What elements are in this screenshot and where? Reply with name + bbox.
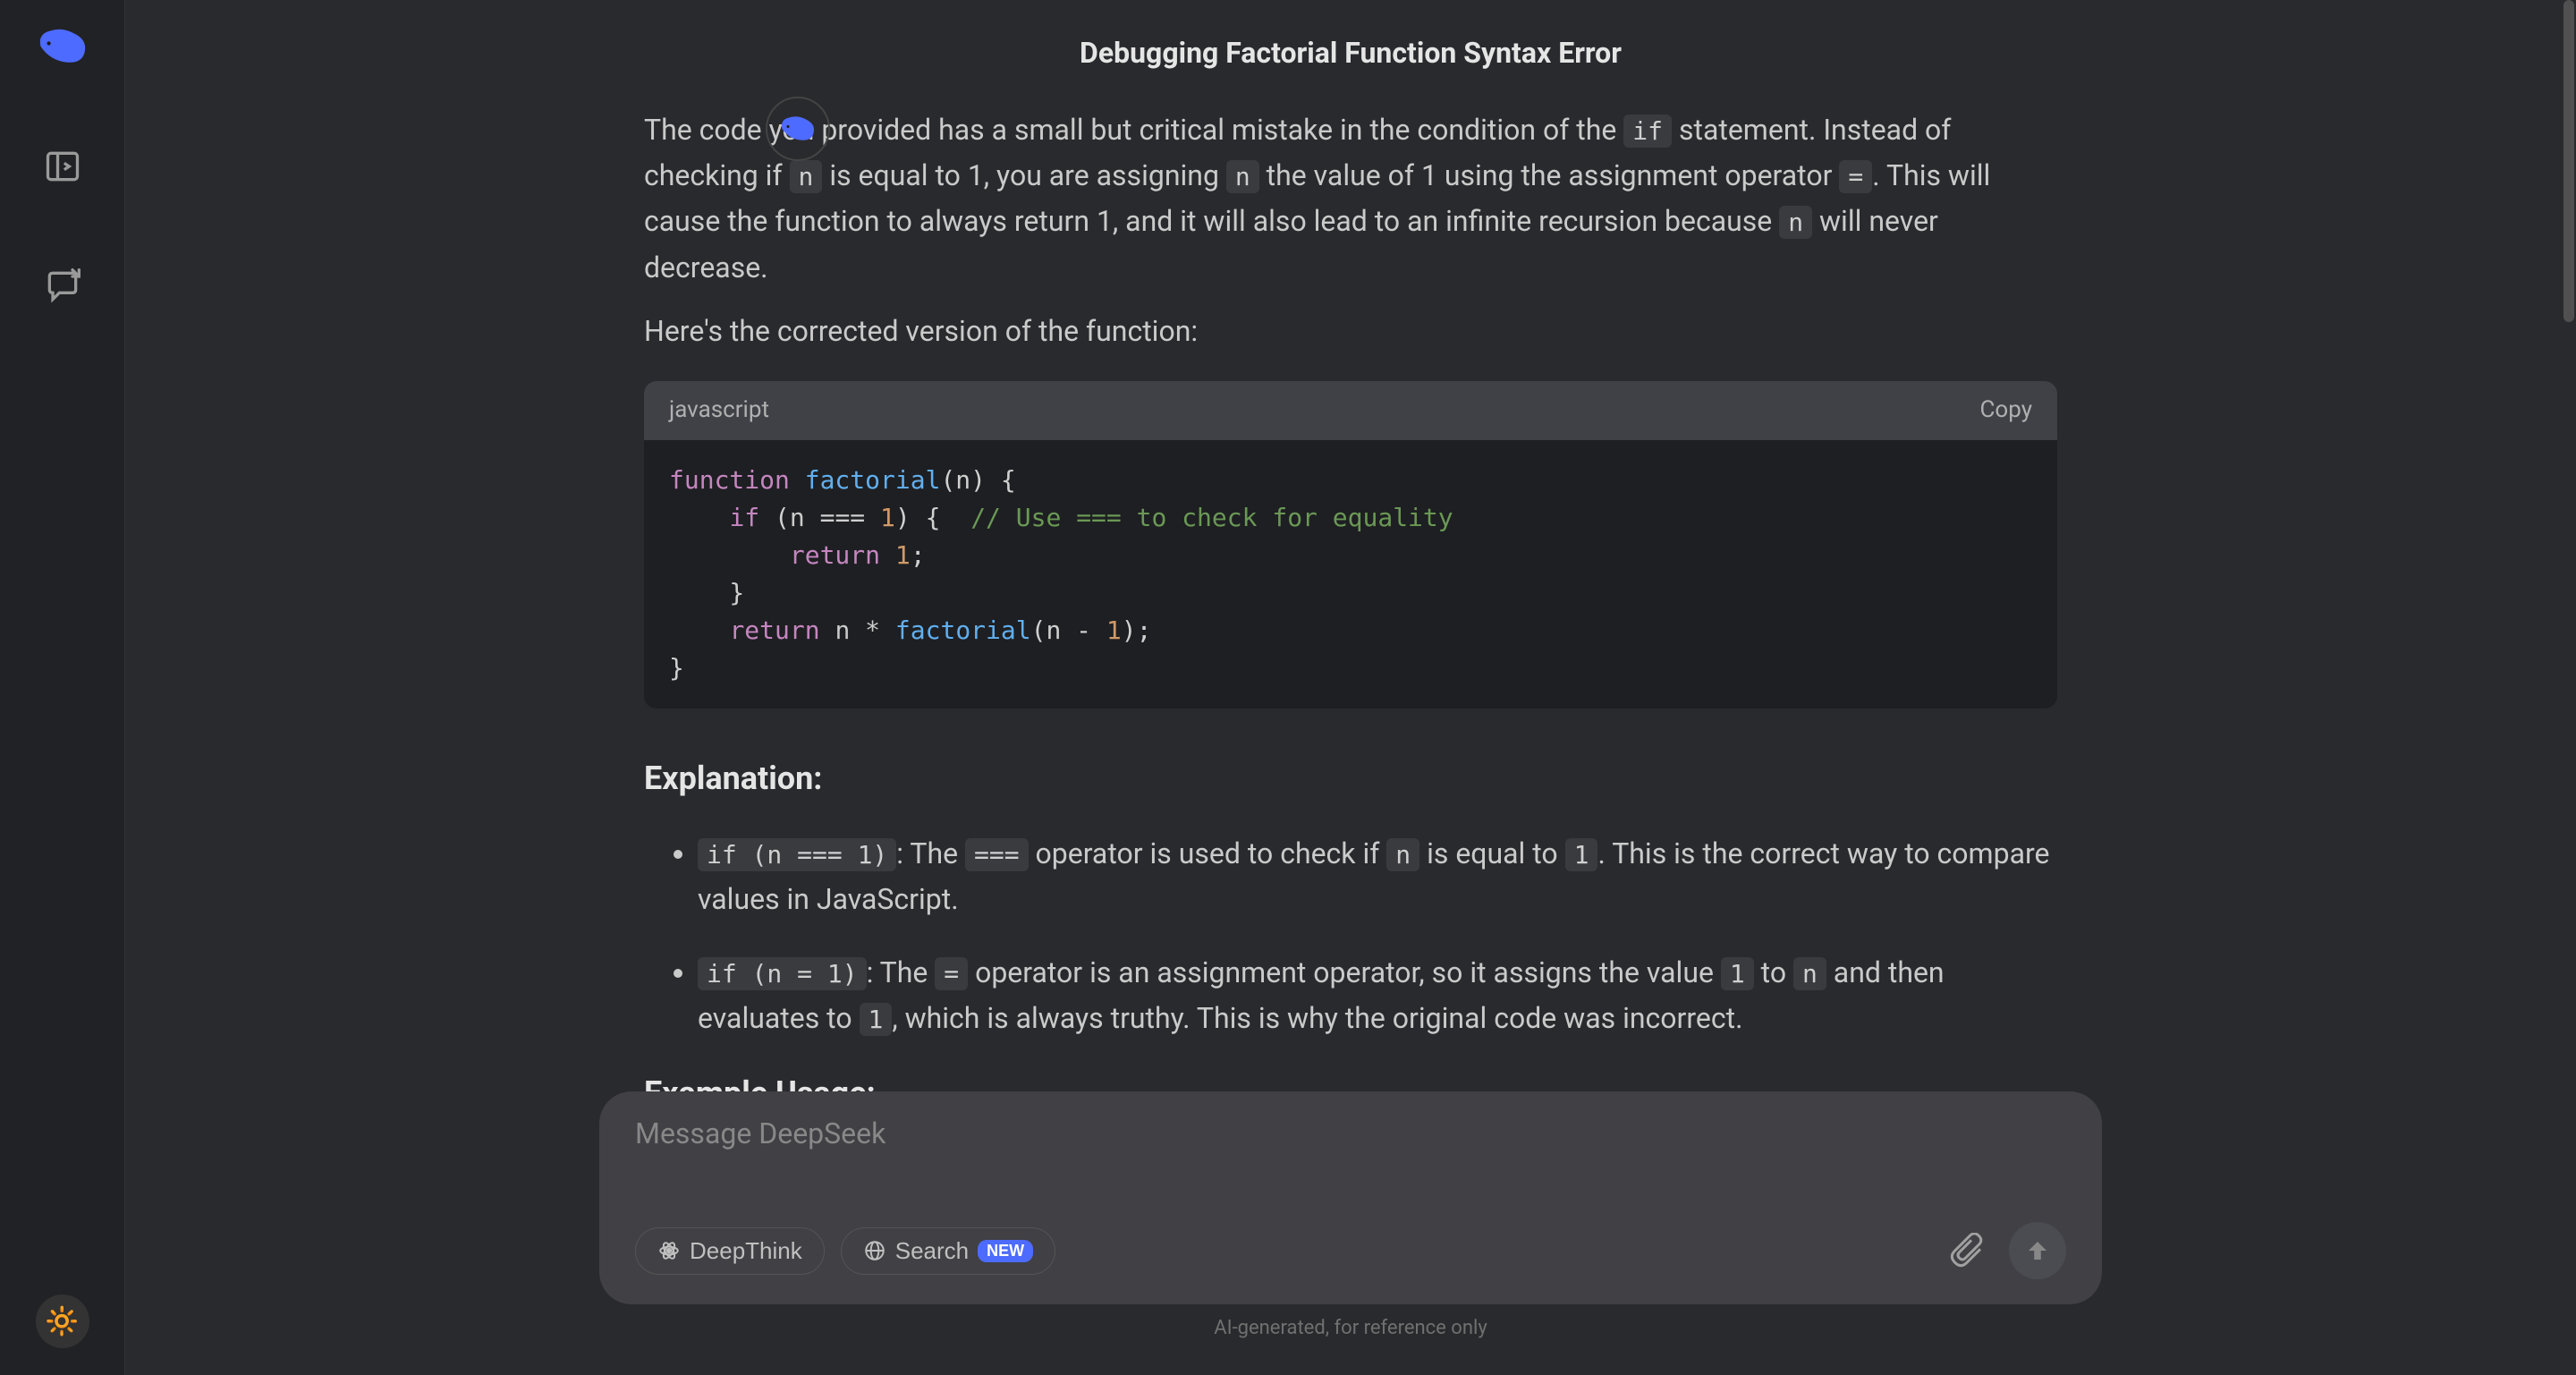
send-button[interactable] (2009, 1222, 2066, 1279)
brightness-button[interactable]: 🔆 (36, 1294, 89, 1348)
code-block: javascript Copy function factorial(n) { … (644, 381, 2057, 709)
inline-code-one: 1 (1565, 838, 1598, 871)
scrollbar-track[interactable] (2562, 0, 2576, 1375)
inline-code-if: if (1623, 115, 1672, 148)
page-title: Debugging Factorial Function Syntax Erro… (125, 36, 2576, 70)
copy-button[interactable]: Copy (1979, 392, 2032, 429)
search-button[interactable]: Search NEW (841, 1227, 1055, 1275)
new-badge: NEW (978, 1240, 1033, 1262)
inline-code-triple-eq: === (965, 838, 1029, 871)
globe-icon (863, 1239, 886, 1262)
inline-code-correct-if: if (n === 1) (698, 838, 896, 871)
app-logo[interactable] (31, 21, 94, 75)
whale-avatar-icon (775, 110, 820, 148)
inline-code-one3: 1 (860, 1003, 893, 1036)
search-label: Search (895, 1237, 969, 1265)
deepthink-label: DeepThink (690, 1237, 802, 1265)
arrow-up-icon (2024, 1237, 2051, 1264)
disclaimer-text: AI-generated, for reference only (599, 1317, 2102, 1339)
message-input-box[interactable]: Message DeepSeek DeepThink (599, 1091, 2102, 1304)
inline-code-n5: n (1793, 957, 1826, 990)
scrollbar-thumb[interactable] (2563, 0, 2574, 322)
inline-code-assign: = (1839, 160, 1872, 193)
new-chat-icon[interactable] (43, 267, 82, 306)
assistant-avatar (766, 97, 830, 161)
code-body: function factorial(n) { if (n === 1) { /… (644, 440, 2057, 709)
inline-code-n: n (790, 160, 823, 193)
paragraph-intro: The code you provided has a small but cr… (644, 107, 2057, 291)
inline-code-n3: n (1779, 206, 1812, 239)
message-placeholder: Message DeepSeek (635, 1116, 2066, 1150)
show-sidebar-icon[interactable] (43, 147, 82, 186)
inline-code-n2: n (1226, 160, 1259, 193)
main-content: Debugging Factorial Function Syntax Erro… (125, 0, 2576, 1375)
input-controls-row: DeepThink Search NEW (635, 1222, 2066, 1279)
inline-code-n4: n (1386, 838, 1419, 871)
deepthink-button[interactable]: DeepThink (635, 1227, 825, 1275)
list-item: if (n = 1): The = operator is an assignm… (698, 950, 2057, 1041)
explanation-heading: Explanation: (644, 753, 2057, 805)
paragraph-corrected: Here's the corrected version of the func… (644, 309, 2057, 354)
sidebar: 🔆 (0, 0, 125, 1375)
code-header: javascript Copy (644, 381, 2057, 440)
code-language-label: javascript (669, 392, 769, 429)
attachment-button[interactable] (1945, 1228, 1989, 1273)
atom-icon (657, 1239, 681, 1262)
inline-code-one2: 1 (1721, 957, 1754, 990)
paperclip-icon (1949, 1233, 1985, 1269)
input-area: Message DeepSeek DeepThink (599, 1091, 2102, 1339)
list-item: if (n === 1): The === operator is used t… (698, 831, 2057, 922)
explanation-list: if (n === 1): The === operator is used t… (644, 831, 2057, 1041)
whale-icon (31, 21, 94, 72)
inline-code-assign2: = (935, 957, 968, 990)
inline-code-wrong-if: if (n = 1) (698, 957, 867, 990)
sun-icon: 🔆 (46, 1306, 79, 1337)
